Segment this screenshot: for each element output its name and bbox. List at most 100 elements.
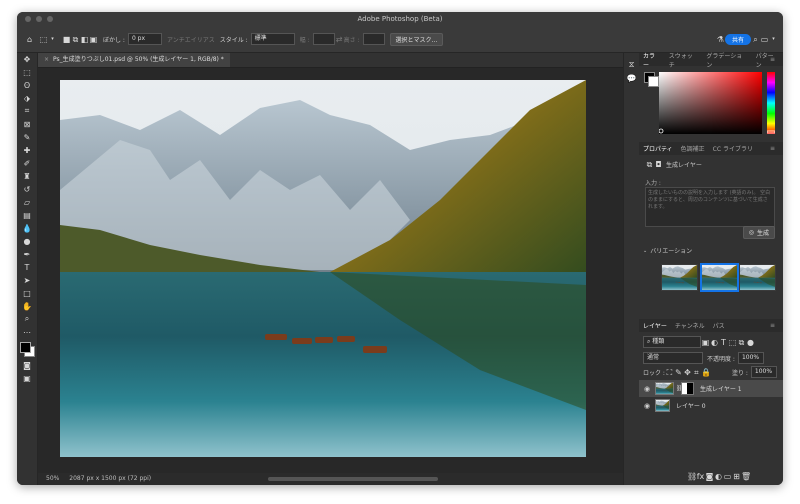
- filter-type-icon[interactable]: T: [719, 338, 728, 347]
- layer-mask-thumbnail[interactable]: [681, 382, 694, 395]
- lock-image-icon[interactable]: ✎: [674, 368, 683, 377]
- zoom-level[interactable]: 50%: [46, 475, 59, 482]
- panel-menu-icon[interactable]: ≡: [766, 145, 779, 152]
- width-input[interactable]: [312, 33, 335, 45]
- share-button[interactable]: 共有: [724, 33, 751, 45]
- color-field[interactable]: [659, 72, 762, 134]
- flask-icon[interactable]: ⚗: [716, 35, 725, 44]
- fill-input[interactable]: 100%: [750, 366, 777, 378]
- object-select-tool-icon[interactable]: ⬗: [17, 92, 37, 104]
- opacity-input[interactable]: 100%: [737, 352, 764, 364]
- zoom-window-button[interactable]: [47, 16, 53, 22]
- quick-mask-icon[interactable]: ◙: [17, 359, 37, 371]
- antialias-checkbox[interactable]: アンチエイリアス: [167, 35, 215, 44]
- filter-pixel-icon[interactable]: ▣: [701, 338, 710, 347]
- add-mask-icon[interactable]: ◙: [705, 472, 714, 481]
- new-group-icon[interactable]: ▭: [723, 472, 732, 481]
- feather-input[interactable]: 0 px: [127, 33, 162, 45]
- blend-mode-select[interactable]: 通常: [643, 352, 703, 364]
- frame-tool-icon[interactable]: ⊠: [17, 118, 37, 130]
- panel-menu-icon[interactable]: ≡: [766, 322, 779, 329]
- lock-all-icon[interactable]: 🔒: [701, 368, 711, 377]
- move-tool-icon[interactable]: ✥: [17, 53, 37, 65]
- blur-tool-icon[interactable]: 💧: [17, 222, 37, 234]
- layer-row[interactable]: ◉ ⛓ 生成レイヤー 1: [639, 380, 783, 397]
- filter-kind-select[interactable]: ⌕ 種類: [643, 336, 701, 348]
- layer-row[interactable]: ◉ レイヤー 0: [639, 397, 783, 414]
- link-layers-icon[interactable]: ⛓: [687, 472, 697, 481]
- rectangle-tool-icon[interactable]: □: [17, 287, 37, 299]
- type-tool-icon[interactable]: T: [17, 261, 37, 273]
- tab-properties[interactable]: プロパティ: [639, 144, 677, 153]
- color-swatches[interactable]: [17, 339, 37, 359]
- layer-name[interactable]: レイヤー 0: [676, 401, 706, 410]
- variations-header[interactable]: ⌄ バリエーション: [643, 246, 692, 256]
- document-tab[interactable]: × Ps_生成塗りつぶし01.psd @ 50% (生成レイヤー 1, RGB/8…: [38, 53, 230, 67]
- tab-paths[interactable]: パス: [709, 321, 729, 330]
- subtract-selection-icon[interactable]: ◧: [80, 35, 89, 44]
- lock-position-icon[interactable]: ✥: [683, 368, 692, 377]
- prompt-input[interactable]: 生成したいものの説明を入力します (英語のみ)。 空白のままにすると、周辺のコン…: [645, 187, 775, 227]
- dodge-tool-icon[interactable]: ●: [17, 235, 37, 247]
- eyedropper-tool-icon[interactable]: ✎: [17, 131, 37, 143]
- variation-thumb-3[interactable]: [739, 264, 776, 291]
- clone-stamp-tool-icon[interactable]: ♜: [17, 170, 37, 182]
- canvas-image[interactable]: [60, 80, 586, 457]
- document-info[interactable]: 2087 px x 1500 px (72 ppi): [69, 475, 151, 482]
- add-selection-icon[interactable]: ⧉: [71, 35, 80, 44]
- layer-name[interactable]: 生成レイヤー 1: [700, 384, 742, 393]
- minimize-window-button[interactable]: [36, 16, 42, 22]
- adjustment-layer-icon[interactable]: ◐: [714, 472, 723, 481]
- crop-tool-icon[interactable]: ⌗: [17, 105, 37, 117]
- hand-tool-icon[interactable]: ✋: [17, 300, 37, 312]
- history-brush-tool-icon[interactable]: ↺: [17, 183, 37, 195]
- more-tools-icon[interactable]: ⋯: [17, 326, 37, 338]
- tab-gradients[interactable]: グラデーション: [702, 51, 751, 69]
- close-tab-icon[interactable]: ×: [44, 56, 49, 63]
- eye-icon[interactable]: ◉: [639, 402, 655, 410]
- lasso-tool-icon[interactable]: ʘ: [17, 79, 37, 91]
- new-selection-icon[interactable]: ■: [62, 35, 71, 44]
- close-window-button[interactable]: [25, 16, 31, 22]
- intersect-selection-icon[interactable]: ▣: [89, 35, 98, 44]
- eye-icon[interactable]: ◉: [639, 385, 655, 393]
- filter-shape-icon[interactable]: ⬚: [728, 338, 737, 347]
- zoom-tool-icon[interactable]: ⌕: [17, 313, 37, 325]
- swap-icon[interactable]: ⇄: [335, 35, 344, 44]
- marquee-preset-icon[interactable]: ⬚: [39, 35, 48, 44]
- history-panel-icon[interactable]: ⧖: [624, 59, 639, 71]
- pen-tool-icon[interactable]: ✒: [17, 248, 37, 260]
- filter-toggle-icon[interactable]: ●: [746, 338, 755, 347]
- brush-tool-icon[interactable]: ✐: [17, 157, 37, 169]
- eraser-tool-icon[interactable]: ▱: [17, 196, 37, 208]
- comments-panel-icon[interactable]: 💬: [624, 72, 639, 84]
- foreground-color-swatch[interactable]: [20, 342, 31, 353]
- marquee-tool-icon[interactable]: ⬚: [17, 66, 37, 78]
- filter-adjustment-icon[interactable]: ◐: [710, 338, 719, 347]
- variation-thumb-2[interactable]: [700, 263, 739, 292]
- lock-artboard-icon[interactable]: ⌗: [692, 368, 701, 377]
- trash-icon[interactable]: 🗑: [741, 472, 751, 481]
- tab-adjustments[interactable]: 色調補正: [677, 144, 709, 153]
- home-icon[interactable]: ⌂: [25, 35, 34, 44]
- filter-smart-icon[interactable]: ⧉: [737, 338, 746, 347]
- tab-channels[interactable]: チャンネル: [671, 321, 709, 330]
- tab-layers[interactable]: レイヤー: [639, 321, 671, 330]
- panel-menu-icon[interactable]: ≡: [766, 56, 779, 63]
- healing-brush-tool-icon[interactable]: ✚: [17, 144, 37, 156]
- path-select-tool-icon[interactable]: ➤: [17, 274, 37, 286]
- color-bg-swatch[interactable]: [648, 76, 659, 87]
- style-select[interactable]: 標準: [250, 33, 295, 45]
- tab-color[interactable]: カラー: [639, 51, 665, 69]
- hue-slider[interactable]: [767, 72, 775, 134]
- chevron-down-icon[interactable]: ▾: [48, 35, 57, 44]
- chevron-down-icon[interactable]: ▾: [769, 35, 778, 44]
- height-input[interactable]: [362, 33, 385, 45]
- lock-transparent-icon[interactable]: ⛶: [665, 368, 674, 377]
- workspace-icon[interactable]: ▭: [760, 35, 769, 44]
- gradient-tool-icon[interactable]: ▤: [17, 209, 37, 221]
- tab-cc-libraries[interactable]: CC ライブラリ: [709, 144, 757, 153]
- layer-style-icon[interactable]: fx: [696, 472, 705, 481]
- new-layer-icon[interactable]: ⊞: [732, 472, 741, 481]
- select-and-mask-button[interactable]: 選択とマスク...: [389, 32, 444, 46]
